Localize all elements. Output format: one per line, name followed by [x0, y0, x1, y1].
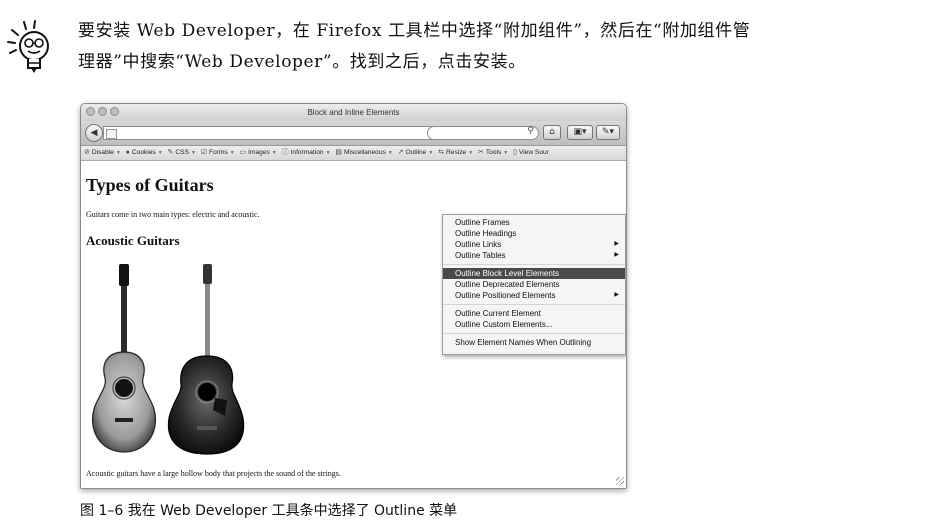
info-icon: ⓘ — [281, 149, 289, 156]
menu-item-outline-deprecated-elements[interactable]: Outline Deprecated Elements — [443, 279, 625, 290]
briefcase-icon: ▤ — [335, 149, 342, 156]
figure-caption: 图 1–6 我在 Web Developer 工具条中选择了 Outline 菜… — [80, 503, 458, 519]
classical-guitar-image — [91, 264, 157, 453]
browser-window: Block and Inline Elements ◀ ↻ ⚲ ⌂ ▣▾ ✎▾ … — [80, 103, 627, 489]
footer-paragraph: Acoustic guitars have a large hollow bod… — [86, 469, 341, 478]
toolbar-tools-menu[interactable]: ✂ Tools ▼ — [478, 146, 508, 160]
menu-item-outline-current-element[interactable]: Outline Current Element — [443, 308, 625, 319]
tip-paragraph: 要安装 Web Developer，在 Firefox 工具栏中选择“附加组件”… — [78, 16, 938, 78]
title-bar: Block and Inline Elements — [81, 104, 626, 121]
pencil-icon: ✎ — [167, 149, 174, 156]
search-icon: ⚲ — [527, 126, 534, 136]
menu-item-show-element-names[interactable]: Show Element Names When Outlining — [443, 337, 625, 348]
back-button[interactable]: ◀ — [85, 124, 103, 142]
dreadnought-guitar-image — [167, 264, 245, 455]
toolbar-cookies-menu[interactable]: ● Cookies ▼ — [126, 146, 163, 160]
page-icon: ▯ — [513, 149, 517, 156]
menu-item-outline-frames[interactable]: Outline Frames — [443, 217, 625, 228]
menu-item-outline-custom-elements[interactable]: Outline Custom Elements... — [443, 319, 625, 330]
toolbar-miscellaneous-menu[interactable]: ▤ Miscellaneous ▼ — [335, 146, 392, 160]
zoom-window-button[interactable] — [110, 107, 119, 116]
submenu-arrow-icon: ▶ — [614, 252, 619, 258]
minimize-window-button[interactable] — [98, 107, 107, 116]
page-content: Types of Guitars Guitars come in two mai… — [81, 161, 626, 487]
window-title: Block and Inline Elements — [307, 108, 400, 117]
toolbar-disable-menu[interactable]: ⊘ Disable ▼ — [84, 146, 121, 160]
home-button[interactable]: ⌂ — [543, 125, 561, 140]
menu-separator — [443, 333, 625, 334]
outline-dropdown-menu: Outline Frames Outline Headings Outline … — [442, 214, 626, 355]
form-icon: ☑ — [200, 149, 208, 156]
toolbar-css-menu[interactable]: ✎ CSS ▼ — [168, 146, 196, 160]
image-icon: ▭ — [239, 149, 247, 156]
menu-item-outline-tables[interactable]: Outline Tables ▶ — [443, 250, 625, 261]
tip-line-2: 理器”中搜索“Web Developer”。找到之后，点击安装。 — [78, 52, 526, 72]
page-title: Types of Guitars — [86, 175, 214, 195]
intro-paragraph: Guitars come in two main types: electric… — [86, 210, 260, 219]
section-heading: Acoustic Guitars — [86, 233, 180, 248]
menu-item-outline-positioned-elements[interactable]: Outline Positioned Elements ▶ — [443, 290, 625, 301]
toolbar-view-source-menu[interactable]: ▯ View Sour — [513, 146, 549, 160]
acoustic-guitars-image — [91, 264, 245, 455]
submenu-arrow-icon: ▶ — [614, 241, 619, 247]
cookie-icon: ● — [125, 149, 130, 156]
toolbar-information-menu[interactable]: ⓘ Information ▼ — [282, 146, 331, 160]
page-favicon-icon — [106, 129, 117, 139]
web-developer-toolbar: ⊘ Disable ▼ ● Cookies ▼ ✎ CSS ▼ ☑ Forms ▼ ▭ Image… — [81, 146, 626, 161]
tools-icon: ✂ — [477, 149, 484, 156]
toolbar-outline-menu[interactable]: ↗ Outline ▼ — [398, 146, 434, 160]
bookmark-menu-button[interactable]: ▣▾ — [567, 125, 593, 140]
resize-grip-icon[interactable] — [616, 477, 624, 485]
menu-item-outline-block-level-elements[interactable]: Outline Block Level Elements — [443, 268, 625, 279]
navigation-toolbar: ◀ ↻ ⚲ ⌂ ▣▾ ✎▾ — [81, 121, 626, 146]
menu-separator — [443, 304, 625, 305]
tip-line-1: 要安装 Web Developer，在 Firefox 工具栏中选择“附加组件”… — [78, 21, 751, 41]
close-window-button[interactable] — [86, 107, 95, 116]
search-input[interactable]: ⚲ — [427, 126, 539, 140]
outline-icon: ↗ — [397, 149, 404, 156]
lightbulb-tip-icon — [7, 20, 49, 73]
menu-item-outline-headings[interactable]: Outline Headings — [443, 228, 625, 239]
menu-item-outline-links[interactable]: Outline Links ▶ — [443, 239, 625, 250]
toolbar-forms-menu[interactable]: ☑ Forms ▼ — [201, 146, 235, 160]
window-controls — [86, 107, 119, 116]
addon-menu-button[interactable]: ✎▾ — [596, 125, 620, 140]
submenu-arrow-icon: ▶ — [614, 292, 619, 298]
toolbar-resize-menu[interactable]: ⇆ Resize ▼ — [438, 146, 473, 160]
menu-separator — [443, 264, 625, 265]
toolbar-images-menu[interactable]: ▭ Images ▼ — [240, 146, 277, 160]
disable-icon: ⊘ — [84, 149, 90, 156]
resize-icon: ⇆ — [438, 149, 445, 156]
